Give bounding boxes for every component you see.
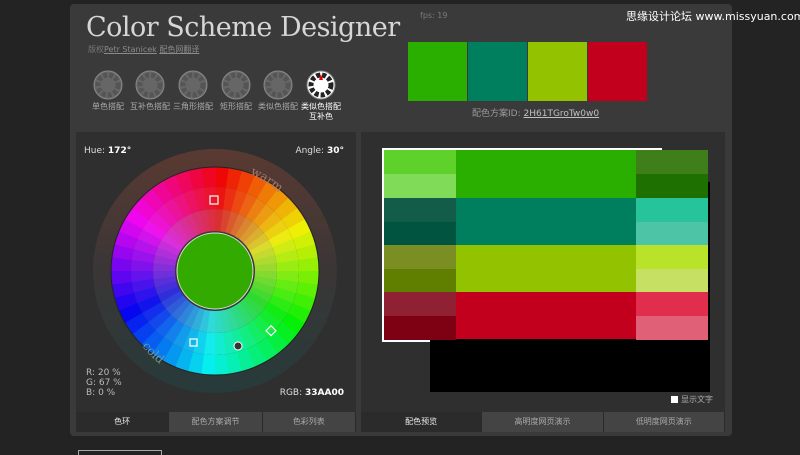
app-window: Color Scheme Designer 版权Petr Stanicek 配色… (70, 4, 732, 436)
preview-cell (636, 221, 708, 246)
preview-cell (636, 245, 708, 269)
mode-label: 互补色搭配 (130, 102, 170, 111)
watermark-text: 思缘设计论坛 www.missyuan.com (626, 10, 800, 23)
preview-tab-1[interactable]: 配色预览 (361, 412, 483, 432)
mode-4[interactable]: 矩形搭配 (214, 70, 258, 112)
preview-cell (384, 268, 456, 293)
scheme-id-link[interactable]: 2H61TGroTw0w0 (524, 109, 600, 119)
mode-1[interactable]: 单色搭配 (86, 70, 130, 112)
preview-main-cell (456, 150, 636, 198)
preview-cell (384, 198, 456, 222)
color-wheel[interactable]: warm cold (90, 146, 340, 396)
show-text-checkbox[interactable] (671, 396, 678, 403)
preview-main-cell (456, 245, 636, 292)
rgb-hex-value: 33AA00 (305, 388, 344, 398)
mode-6[interactable]: 类似色搭配互补色 (299, 70, 343, 122)
preview-main-cell (456, 198, 636, 245)
credit-prefix: 版权 (88, 45, 104, 54)
translator-link[interactable]: 配色网翻译 (159, 45, 199, 54)
scheme-swatch-2[interactable] (468, 42, 527, 101)
mode-label: 矩形搭配 (220, 102, 252, 111)
preview-panel: 显示文字 配色预览 高明度网页演示 低明度网页演示 (361, 132, 725, 432)
color-wheel-panel: Hue: 172° Angle: 30° warm cold R: 20 % G… (76, 132, 356, 432)
mode-5[interactable]: 类似色搭配 (256, 70, 300, 112)
scheme-id: 配色方案ID: 2H61TGroTw0w0 (472, 106, 599, 119)
hue-marker-complement[interactable] (233, 341, 243, 351)
scheme-swatches (408, 42, 648, 102)
mode-label: 类似色搭配 (258, 102, 298, 111)
scheme-swatch-1[interactable] (408, 42, 467, 101)
mode-3[interactable]: 三角形搭配 (171, 70, 215, 112)
scheme-mode-icon (306, 70, 336, 100)
preview-cell (636, 198, 708, 222)
blue-percent: B: 0 % (86, 388, 116, 398)
wheel-tab-1[interactable]: 色环 (76, 412, 170, 432)
preview-cell (636, 150, 708, 175)
preview-cell (384, 150, 456, 175)
preview-cell (636, 268, 708, 293)
preview-cell (384, 292, 456, 316)
rgb-hex-readout: RGB: 33AA00 (279, 388, 344, 398)
author-link[interactable]: Petr Stanicek (104, 45, 157, 54)
preview-tab-2[interactable]: 高明度网页演示 (482, 412, 604, 432)
scheme-mode-icon (263, 70, 293, 100)
wheel-tabs: 色环 配色方案调节 色彩列表 (76, 412, 356, 432)
bottom-input-edge (78, 450, 162, 455)
scheme-swatch-3[interactable] (528, 42, 587, 101)
mode-label: 类似色搭配互补色 (301, 102, 341, 121)
preview-cell (384, 245, 456, 269)
scheme-mode-selector: 单色搭配 互补色搭配 三角形搭配 矩形搭配 类似色搭配 类似色搭配互补色 (86, 70, 356, 134)
mode-2[interactable]: 互补色搭配 (128, 70, 172, 112)
preview-cell (384, 174, 456, 199)
preview-cell (636, 315, 708, 340)
red-percent: R: 20 % (86, 368, 121, 378)
scheme-mode-icon (93, 70, 123, 100)
preview-cell (384, 221, 456, 246)
preview-tab-3[interactable]: 低明度网页演示 (603, 412, 725, 432)
credit-line: 版权Petr Stanicek 配色网翻译 (88, 44, 199, 55)
preview-cell (636, 174, 708, 199)
wheel-tab-3[interactable]: 色彩列表 (262, 412, 356, 432)
rgb-percent-readout: R: 20 % G: 67 % B: 0 % (86, 368, 122, 398)
scheme-id-label: 配色方案ID: (472, 109, 521, 119)
scheme-mode-icon (178, 70, 208, 100)
scheme-mode-icon (135, 70, 165, 100)
wheel-tab-2[interactable]: 配色方案调节 (169, 412, 263, 432)
show-text-toggle[interactable]: 显示文字 (671, 394, 713, 405)
fps-counter: fps: 19 (420, 11, 448, 20)
scheme-preview (382, 148, 710, 392)
preview-tabs: 配色预览 高明度网页演示 低明度网页演示 (361, 412, 725, 432)
preview-cell (636, 292, 708, 316)
preview-cell (384, 315, 456, 340)
mode-label: 三角形搭配 (173, 102, 213, 111)
app-title: Color Scheme Designer (86, 12, 400, 43)
green-percent: G: 67 % (86, 378, 122, 388)
mode-label: 单色搭配 (92, 102, 124, 111)
scheme-mode-icon (221, 70, 251, 100)
preview-main-cell (456, 292, 636, 339)
scheme-swatch-4[interactable] (588, 42, 647, 101)
